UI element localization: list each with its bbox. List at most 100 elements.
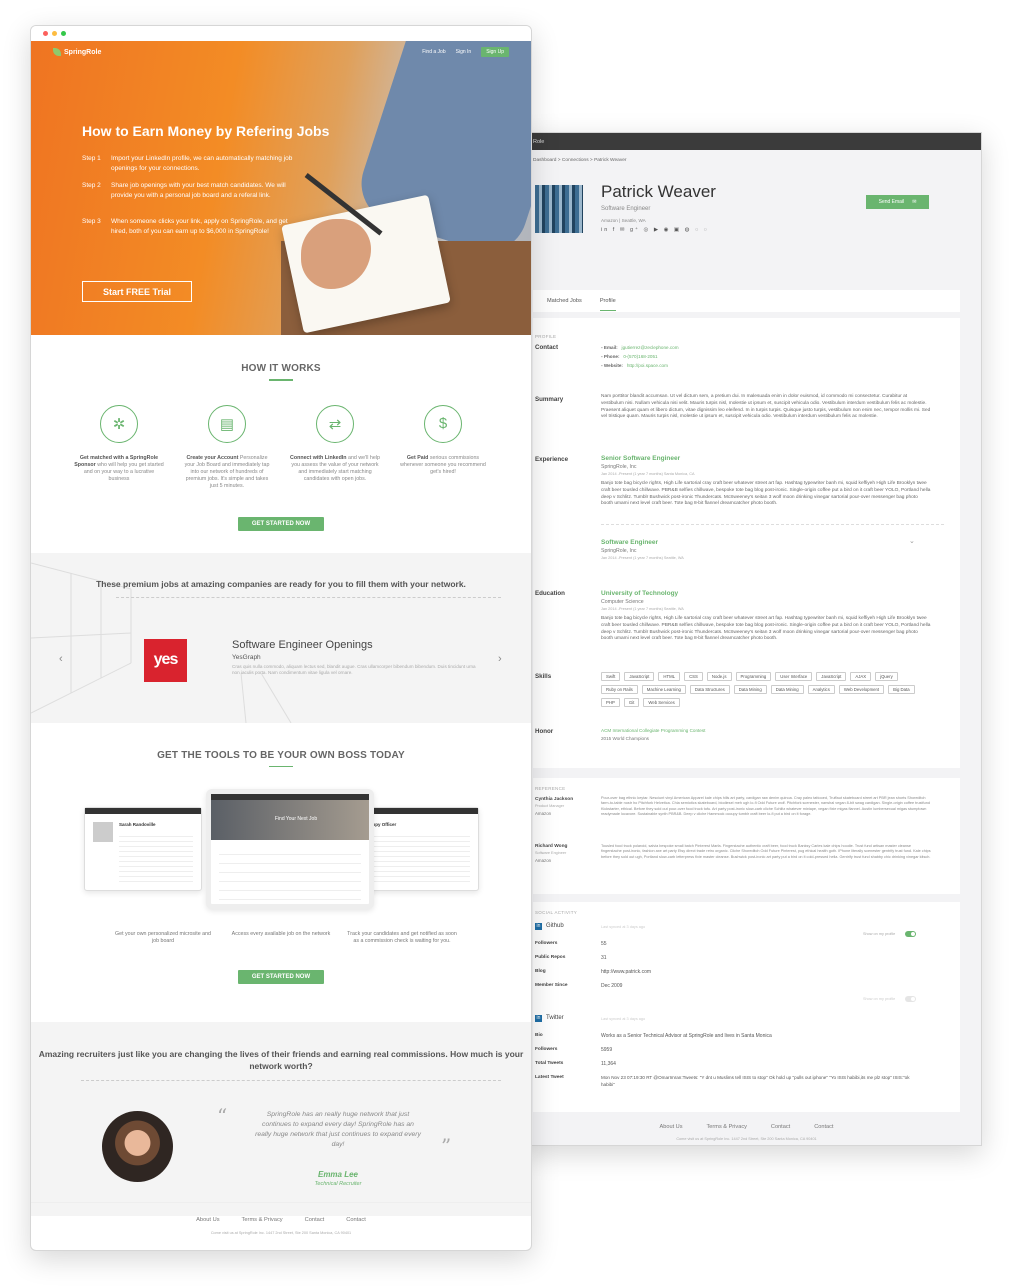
reference-name-2[interactable]: Richard Wong [535, 844, 567, 849]
experience-company-2: SpringRole, Inc [601, 548, 637, 554]
maximize-dot-icon[interactable] [61, 31, 66, 36]
tab-matched-jobs[interactable]: Matched Jobs [547, 298, 582, 304]
hero-section: SpringRole Find a Job Sign In Sign Up Ho… [31, 41, 531, 335]
experience-company: SpringRole, Inc [601, 464, 637, 470]
experience-title[interactable]: Senior Software Engineer [601, 455, 680, 462]
phone-link[interactable]: 0-(570)168-2051 [623, 354, 657, 359]
reference-name[interactable]: Cynthia Jackson [535, 797, 573, 802]
skill-tag[interactable]: Big Data [888, 685, 915, 694]
skill-tag[interactable]: AJAX [850, 672, 872, 681]
send-email-button[interactable]: Send Email ✉ [866, 195, 929, 209]
skill-tag[interactable]: Swift [601, 672, 621, 681]
website-link[interactable]: http://poi.space.com [627, 363, 668, 368]
skill-tag[interactable]: JavaScript [816, 672, 847, 681]
github-followers-label: Followers [535, 941, 558, 946]
skill-tag[interactable]: Node.js [706, 672, 732, 681]
job-title[interactable]: Software Engineer Openings [232, 639, 482, 651]
footer-terms-link[interactable]: Terms & Privacy [242, 1217, 283, 1223]
experience-title-2[interactable]: Software Engineer [601, 539, 658, 546]
email-label: Email: [603, 345, 618, 350]
premium-title: These premium jobs at amazing companies … [96, 578, 466, 589]
nav-find-job[interactable]: Find a Job [422, 49, 445, 55]
github-blog-label: Blog [535, 969, 546, 974]
skill-tag[interactable]: jQuery [875, 672, 898, 681]
footer-about-link[interactable]: About Us [196, 1217, 219, 1223]
skill-tag[interactable]: Data Mining [733, 685, 767, 694]
skill-tag[interactable]: PHP [601, 698, 620, 707]
skill-tag[interactable]: User Interface [775, 672, 813, 681]
skill-tag[interactable]: Machine Learning [641, 685, 686, 694]
footer-contact-link-2[interactable]: Contact [814, 1124, 833, 1130]
github-hint: Last synced at 3 days ago [601, 925, 646, 929]
section-label-reference: REFERENCE [535, 786, 566, 791]
twitter-icon: in [535, 1015, 542, 1022]
top-nav: SpringRole Find a Job Sign In Sign Up [31, 41, 531, 63]
skill-tag[interactable]: Programming [735, 672, 772, 681]
get-started-button-2[interactable]: GET STARTED NOW [237, 969, 325, 984]
twitter-followers: 5959 [601, 1047, 613, 1053]
twitter-toggle-label: Show on my profile [863, 997, 896, 1001]
skill-tag[interactable]: JavaScript [624, 672, 655, 681]
skill-tag[interactable]: Data Structures [689, 685, 730, 694]
chevron-down-icon[interactable]: ⌄ [909, 537, 915, 545]
social-icons[interactable]: in f ✉ g⁺ ◎ ▶ ◉ ▣ ◍ ◌ ◌ [601, 227, 709, 233]
carousel-prev-icon[interactable]: ‹ [59, 653, 63, 665]
footer-contact-link[interactable]: Contact [771, 1124, 790, 1130]
footer-about-link[interactable]: About Us [660, 1124, 683, 1130]
breadcrumb[interactable]: Dashboard > Connections > Patrick Weaver [521, 150, 981, 163]
springrole-logo[interactable]: SpringRole [53, 48, 101, 56]
email-link[interactable]: jgutierrez@zeclephone.com [622, 345, 679, 350]
close-dot-icon[interactable] [43, 31, 48, 36]
phone-label: Phone: [603, 354, 620, 359]
get-started-button[interactable]: GET STARTED NOW [237, 516, 325, 531]
profile-header: Patrick Weaver Software Engineer Amazon … [521, 163, 981, 251]
start-free-trial-button[interactable]: Start FREE Trial [82, 281, 192, 302]
github-toggle[interactable] [905, 931, 916, 937]
job-description: Cras quis nulla commodo, aliquam lectus … [232, 663, 476, 676]
testimonial-name: Emma Lee [317, 1169, 359, 1179]
twitter-toggle[interactable] [905, 996, 916, 1002]
tab-profile[interactable]: Profile [599, 292, 616, 311]
github-member-since: Dec 2009 [601, 983, 623, 989]
nav-sign-in[interactable]: Sign In [456, 49, 472, 55]
footer-contact-link[interactable]: Contact [305, 1217, 325, 1223]
profile-title: Software Engineer [601, 206, 651, 212]
carousel-next-icon[interactable]: › [498, 653, 502, 665]
how-title: HOW IT WORKS [241, 363, 321, 374]
education-desc: Banjo tote bag bicycle rights, High Life… [601, 616, 931, 642]
skill-tag[interactable]: Data Mining [770, 685, 804, 694]
honor-title[interactable]: ACM International Collegiate Programming… [601, 728, 705, 733]
github-blog[interactable]: http://www.patrick.com [601, 969, 651, 975]
minimize-dot-icon[interactable] [52, 31, 57, 36]
footer-contact-link-2[interactable]: Contact [346, 1217, 366, 1223]
brand-logo[interactable]: Role [533, 139, 544, 145]
skill-tag[interactable]: Analytics [807, 685, 835, 694]
experience-desc: Banjo tote bag bicycle rights, High Life… [601, 481, 931, 507]
skill-tag[interactable]: HTML [658, 672, 681, 681]
company-logo[interactable]: yes [144, 638, 187, 682]
experience-meta-2: Jan 2014 -Present (1 year 7 months) Seat… [601, 556, 684, 560]
mockup-hero: Find Your Next Job [211, 799, 369, 840]
skills-list: Swift JavaScript HTML CSS Node.js Progra… [601, 672, 921, 707]
close-quote-icon: ” [441, 1133, 452, 1158]
profile-location: Amazon | Seattle, WA [601, 218, 646, 223]
premium-jobs-section: These premium jobs at amazing companies … [31, 552, 531, 723]
hero-title: How to Earn Money by Refering Jobs [82, 123, 330, 139]
step-label: Step 1 [82, 155, 101, 162]
skill-tag[interactable]: Git [623, 698, 640, 707]
skill-tag[interactable]: Web Services [643, 698, 680, 707]
footer-terms-link[interactable]: Terms & Privacy [707, 1124, 747, 1130]
send-email-label: Send Email [878, 199, 905, 205]
sign-up-button[interactable]: Sign Up [481, 47, 509, 57]
job-company: YesGraph [232, 653, 261, 661]
social-card: SOCIAL ACTIVITY in Github Last synced at … [533, 902, 960, 1112]
education-school[interactable]: University of Technology [601, 590, 678, 597]
skill-tag[interactable]: Web Development [838, 685, 885, 694]
tools-caption-1: Get your own personalized microsite and … [115, 930, 211, 944]
github-repos: 31 [601, 955, 607, 961]
reference-role-2: Software Engineer [535, 851, 567, 855]
skill-tag[interactable]: CSS [684, 672, 703, 681]
landing-window: SpringRole Find a Job Sign In Sign Up Ho… [30, 25, 532, 1251]
skill-tag[interactable]: Ruby on Rails [601, 685, 638, 694]
network-icon: ✲ [100, 404, 138, 443]
